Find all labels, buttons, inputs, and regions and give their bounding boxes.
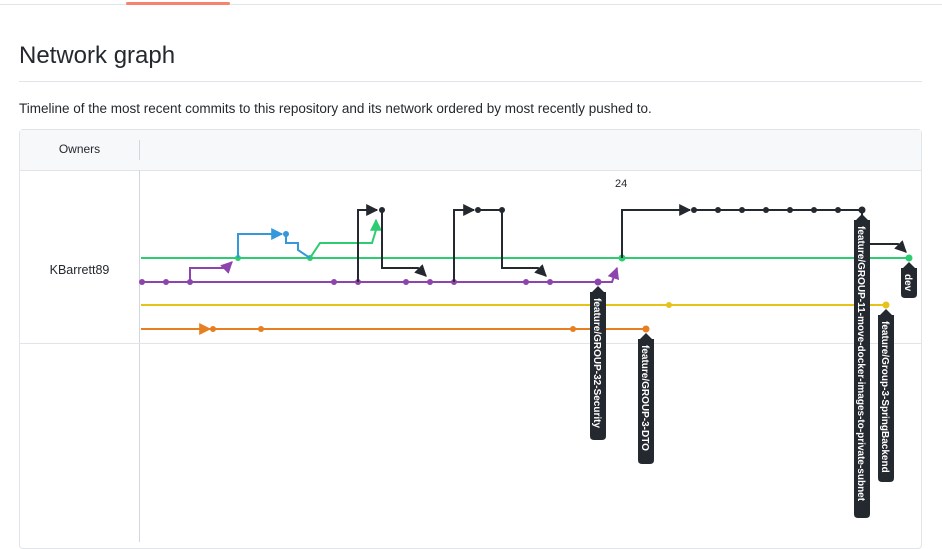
- branch-label-text: feature/Group-3-SpringBackend: [879, 321, 890, 473]
- branch-label-text: feature/GROUP-32-Security: [591, 298, 602, 428]
- branch-line-green: [141, 218, 913, 262]
- branch-label-dev[interactable]: dev: [901, 262, 917, 298]
- branch-label-group3-dto[interactable]: feature/GROUP-3-DTO: [638, 333, 654, 464]
- branch-label-group3-springbackend[interactable]: feature/Group-3-SpringBackend: [878, 309, 894, 482]
- branch-label-text: dev: [902, 274, 913, 292]
- branch-line-black: [357, 204, 907, 282]
- branch-label-text: feature/GROUP-3-DTO: [639, 345, 650, 451]
- branch-label-group11-docker[interactable]: feature/GROUP-11-move-docker-images-to-p…: [854, 214, 870, 518]
- graph-date-label: 24: [615, 178, 627, 190]
- branch-label-text: feature/GROUP-11-move-docker-images-to-p…: [855, 226, 866, 502]
- branch-line-purple: [139, 261, 620, 286]
- branch-line-orange: [141, 323, 650, 335]
- branch-line-blue: [237, 228, 311, 259]
- branch-line-yellow: [141, 301, 890, 309]
- network-graph-canvas[interactable]: 24 feature/GROUP-32-Security feature/GRO…: [0, 0, 942, 542]
- branch-label-group32-security[interactable]: feature/GROUP-32-Security: [590, 286, 606, 440]
